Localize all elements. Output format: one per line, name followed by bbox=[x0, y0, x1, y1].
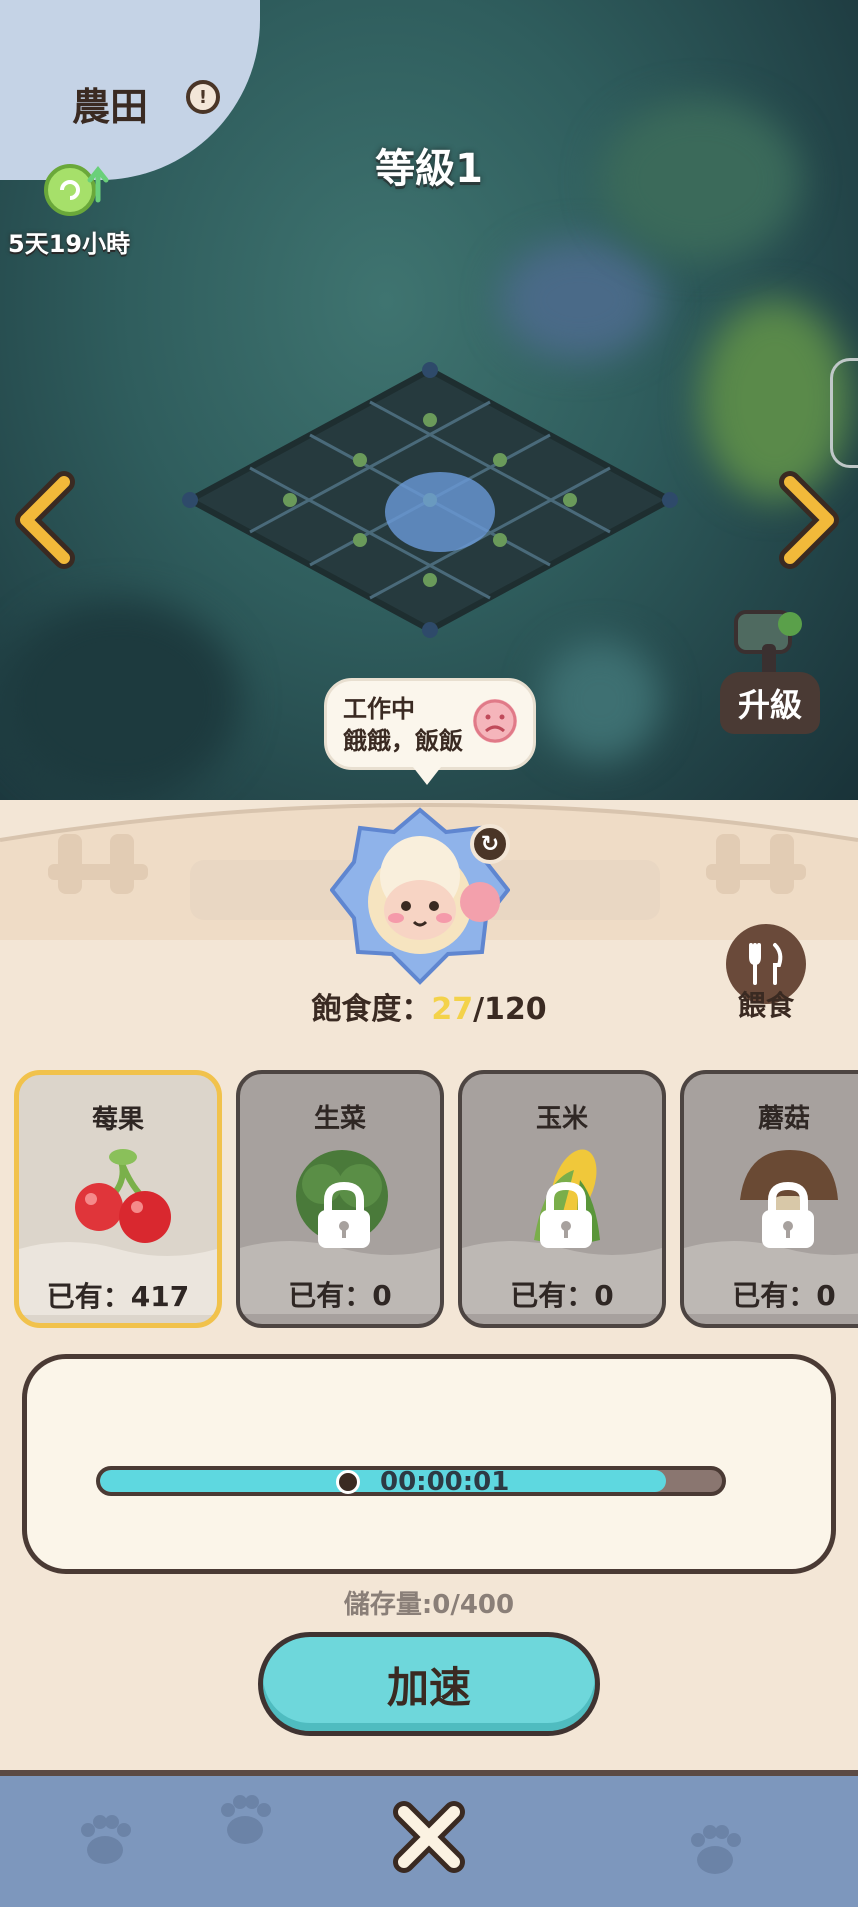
owned-count: 已有：0 bbox=[684, 1274, 858, 1314]
previous-arrow-icon[interactable] bbox=[12, 470, 82, 570]
storage-capacity: 儲存量:0/400 bbox=[343, 1590, 515, 1620]
food-name: 生菜 bbox=[313, 1104, 366, 1134]
card-wave bbox=[19, 1242, 217, 1275]
food-name: 莓果 bbox=[91, 1105, 144, 1135]
paw-print-icon bbox=[691, 1825, 741, 1874]
owned-count: 已有：417 bbox=[19, 1275, 217, 1315]
food-list: 莓果 已有：417 生菜 已有：0 玉米 已有：0 蘑菇 已有：0 bbox=[14, 1050, 858, 1330]
lock-icon bbox=[540, 1181, 592, 1248]
status-bubble: 工作中 餓餓，飯飯 bbox=[324, 678, 536, 785]
blurred-background-object bbox=[500, 240, 660, 360]
owned-count: 已有：0 bbox=[240, 1274, 440, 1314]
food-card-mushroom[interactable]: 蘑菇 已有：0 bbox=[680, 1070, 858, 1328]
side-drawer-handle[interactable] bbox=[830, 358, 858, 468]
next-arrow-icon[interactable] bbox=[772, 470, 842, 570]
level-title: 等級1 bbox=[375, 146, 483, 192]
upgrade-button[interactable]: 升級 bbox=[720, 672, 820, 734]
blurred-rock bbox=[540, 640, 660, 760]
food-name: 玉米 bbox=[535, 1104, 588, 1134]
feed-button[interactable]: 餵食 bbox=[726, 984, 806, 1024]
refresh-pet-icon[interactable]: ↻ bbox=[470, 824, 510, 864]
close-icon[interactable] bbox=[392, 1800, 466, 1874]
speed-up-button[interactable]: 加速 bbox=[258, 1632, 600, 1736]
lock-icon bbox=[318, 1181, 370, 1248]
food-name: 蘑菇 bbox=[757, 1104, 810, 1134]
paw-print-icon bbox=[81, 1815, 131, 1864]
farm-title: 農田 bbox=[72, 85, 149, 129]
food-card-lettuce[interactable]: 生菜 已有：0 bbox=[236, 1070, 444, 1328]
satiety-label: 飽食度： bbox=[311, 992, 432, 1027]
food-card-berry[interactable]: 莓果 已有：417 bbox=[14, 1070, 222, 1328]
info-icon[interactable]: ! bbox=[186, 80, 220, 114]
paw-print-icon bbox=[221, 1795, 271, 1844]
satiety-current: 27 bbox=[431, 992, 474, 1027]
boost-time: 5天19小時 bbox=[8, 230, 131, 258]
sad-face-icon bbox=[473, 699, 517, 743]
production-box bbox=[22, 1354, 836, 1574]
farm-plot[interactable] bbox=[170, 360, 690, 640]
clock-icon bbox=[336, 1470, 360, 1494]
fork-knife-icon bbox=[749, 943, 783, 985]
lock-icon bbox=[762, 1181, 814, 1248]
owned-count: 已有：0 bbox=[462, 1274, 662, 1314]
food-card-corn[interactable]: 玉米 已有：0 bbox=[458, 1070, 666, 1328]
satiety-max: /120 bbox=[473, 992, 547, 1027]
production-timer: 00:00:01 bbox=[380, 1467, 510, 1497]
